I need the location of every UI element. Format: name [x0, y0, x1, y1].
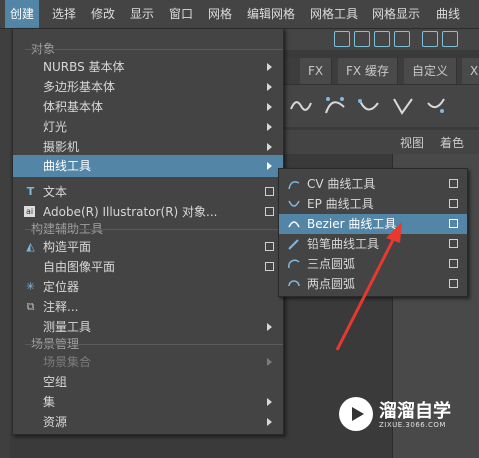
watermark-title: 溜溜自学 — [379, 401, 451, 422]
watermark: 溜溜自学 ZIXUE.3066.COM — [333, 391, 453, 443]
watermark-url: ZIXUE.3066.COM — [379, 421, 446, 429]
watermark-logo-icon — [339, 397, 373, 431]
red-arrow-annotation — [335, 222, 402, 351]
